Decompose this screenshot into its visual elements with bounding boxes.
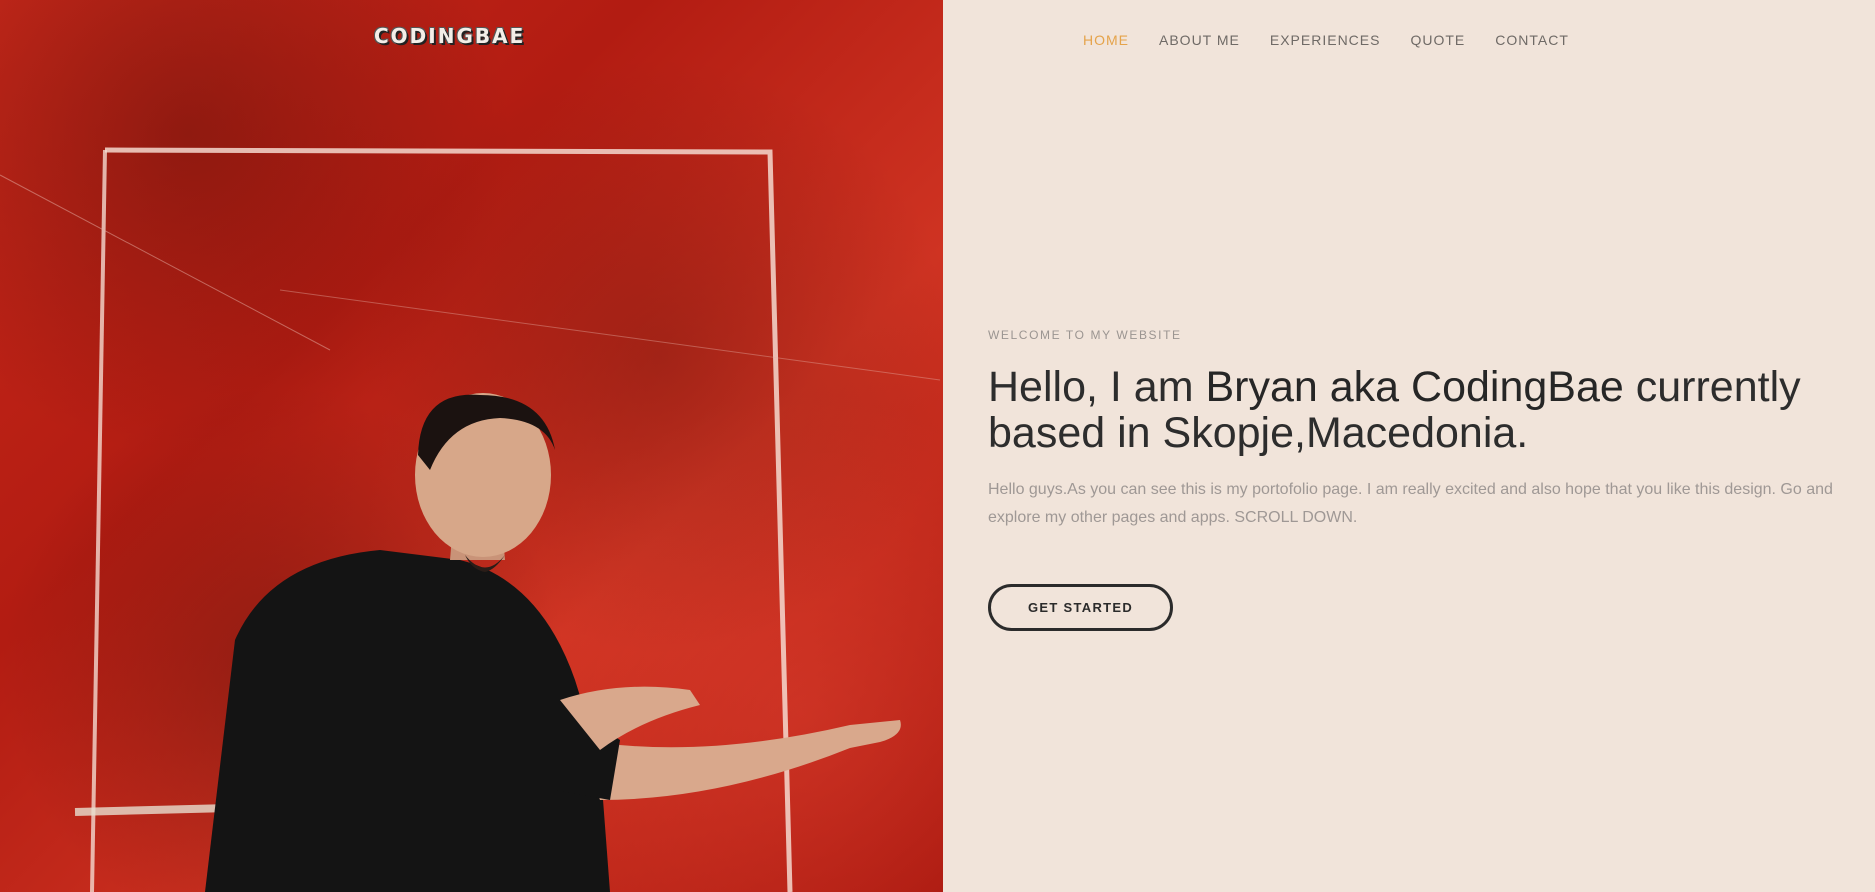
headline-name: Bryan aka CodingBae [1205,363,1624,411]
site-logo[interactable]: CODINGBAE [374,24,525,48]
nav-item-home[interactable]: HOME [1083,32,1129,48]
hero-headline: Hello, I am Bryan aka CodingBae currentl… [988,364,1858,456]
main-nav: HOME ABOUT ME EXPERIENCES QUOTE CONTACT [1083,32,1569,48]
photo-illustration [0,147,941,892]
hero-photo: CODINGBAE [0,0,943,892]
get-started-button[interactable]: GET STARTED [988,584,1174,631]
nav-item-quote[interactable]: QUOTE [1410,32,1465,48]
hero-intro-text: Hello guys.As you can see this is my por… [988,481,1833,526]
welcome-eyebrow: WELCOME TO MY WEBSITE [988,328,1182,342]
nav-item-about-me[interactable]: ABOUT ME [1159,32,1240,48]
hero-content: WELCOME TO MY WEBSITE Hello, I am Bryan … [988,328,1858,631]
nav-item-contact[interactable]: CONTACT [1495,32,1569,48]
nav-item-experiences[interactable]: EXPERIENCES [1270,32,1381,48]
headline-intro: Hello, I am [988,363,1206,411]
